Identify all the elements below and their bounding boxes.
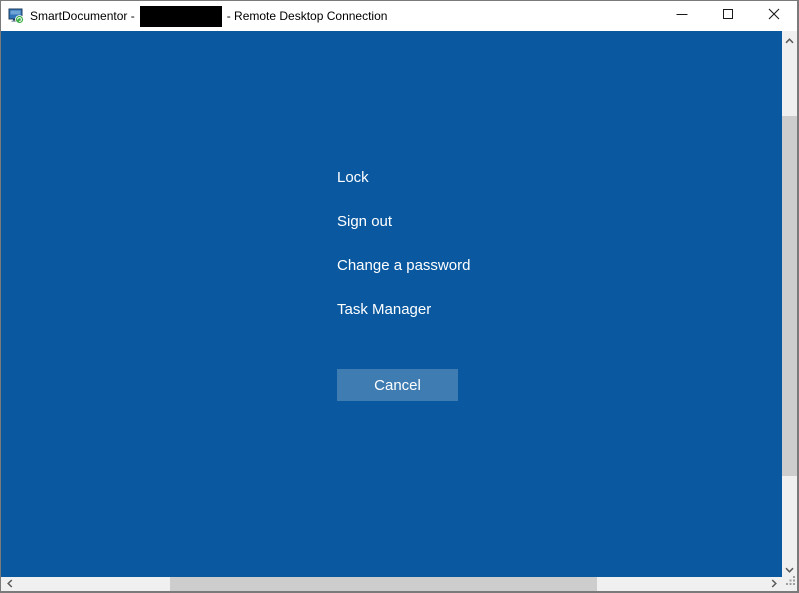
menu-item-lock[interactable]: Lock (337, 168, 369, 188)
window-title: SmartDocumentor - - Remote Desktop Conne… (30, 5, 388, 27)
menu-item-change-password[interactable]: Change a password (337, 256, 470, 276)
close-icon (768, 7, 780, 25)
chevron-right-icon (771, 575, 777, 593)
close-button[interactable] (751, 1, 797, 31)
redacted-text (139, 5, 222, 27)
maximize-icon (722, 7, 734, 25)
scroll-left-button[interactable] (1, 577, 18, 591)
window-title-suffix: - Remote Desktop Connection (226, 9, 388, 23)
rdp-app-icon[interactable] (8, 8, 24, 24)
scroll-right-button[interactable] (765, 577, 782, 591)
cancel-button[interactable]: Cancel (337, 369, 458, 401)
rdp-window: SmartDocumentor - - Remote Desktop Conne… (0, 0, 799, 593)
maximize-button[interactable] (705, 1, 751, 31)
vertical-scrollbar-thumb[interactable] (782, 116, 797, 476)
window-controls (659, 1, 797, 31)
security-screen: Lock Sign out Change a password Task Man… (1, 31, 782, 577)
minimize-icon (676, 7, 688, 25)
scrollbar-corner (782, 576, 797, 591)
vertical-scrollbar[interactable] (782, 31, 797, 577)
chevron-up-icon (785, 31, 794, 49)
menu-item-sign-out[interactable]: Sign out (337, 212, 392, 232)
chevron-left-icon (6, 575, 13, 593)
resize-grip-icon[interactable] (784, 572, 796, 590)
horizontal-scrollbar-thumb[interactable] (170, 577, 597, 591)
titlebar[interactable]: SmartDocumentor - - Remote Desktop Conne… (1, 1, 797, 31)
minimize-button[interactable] (659, 1, 705, 31)
horizontal-scrollbar[interactable] (1, 577, 782, 591)
scroll-up-button[interactable] (782, 31, 797, 48)
menu-item-task-manager[interactable]: Task Manager (337, 300, 431, 320)
window-title-prefix: SmartDocumentor - (30, 9, 135, 23)
